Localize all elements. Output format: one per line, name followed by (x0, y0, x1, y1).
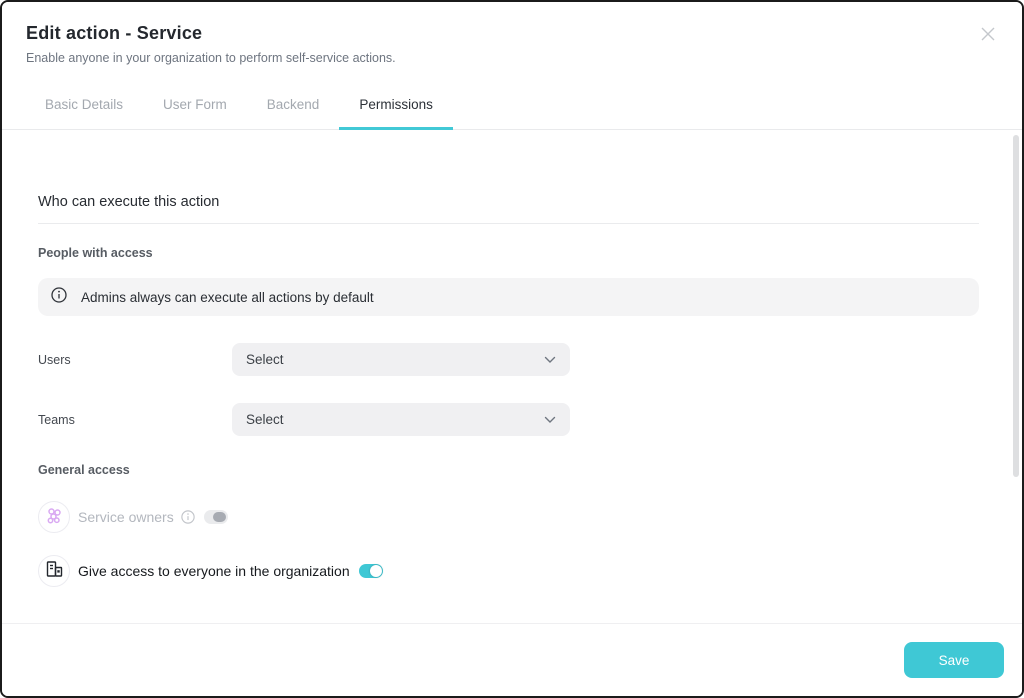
everyone-access-toggle[interactable] (359, 564, 383, 578)
everyone-access-row: Give access to everyone in the organizat… (38, 555, 979, 587)
close-button[interactable] (978, 25, 998, 45)
teams-label: Teams (38, 413, 232, 427)
general-access-heading: General access (38, 463, 979, 477)
tab-bar: Basic Details User Form Backend Permissi… (25, 97, 453, 130)
teams-select-value: Select (246, 412, 284, 427)
organization-icon (43, 558, 65, 585)
users-field-row: Users Select (38, 343, 979, 376)
users-label: Users (38, 353, 232, 367)
vertical-scrollbar[interactable] (1013, 135, 1019, 477)
users-select[interactable]: Select (232, 343, 570, 376)
chevron-down-icon (544, 411, 556, 429)
permissions-panel: Who can execute this action People with … (2, 130, 1022, 623)
save-button[interactable]: Save (904, 642, 1004, 678)
toggle-knob (370, 565, 382, 577)
chevron-down-icon (544, 351, 556, 369)
edit-action-modal: Edit action - Service Enable anyone in y… (0, 0, 1024, 698)
tab-backend[interactable]: Backend (247, 97, 340, 130)
service-owners-row: Service owners (38, 501, 979, 533)
users-select-value: Select (246, 352, 284, 367)
modal-subtitle: Enable anyone in your organization to pe… (26, 51, 998, 65)
service-owners-avatar (38, 501, 70, 533)
teams-select[interactable]: Select (232, 403, 570, 436)
section-title: Who can execute this action (38, 194, 979, 210)
service-owners-info-icon (181, 510, 195, 524)
modal-footer: Save (2, 623, 1022, 696)
toggle-knob (213, 512, 226, 522)
section-divider (38, 223, 979, 224)
organization-avatar (38, 555, 70, 587)
close-icon (980, 26, 996, 45)
banner-text: Admins always can execute all actions by… (81, 290, 374, 305)
service-owners-label: Service owners (78, 509, 174, 525)
tab-permissions[interactable]: Permissions (339, 97, 453, 130)
service-owners-icon (43, 504, 65, 531)
people-with-access-heading: People with access (38, 246, 979, 260)
everyone-access-label: Give access to everyone in the organizat… (78, 563, 350, 579)
service-owners-toggle (204, 510, 228, 524)
teams-field-row: Teams Select (38, 403, 979, 436)
info-icon (51, 287, 67, 308)
tab-user-form[interactable]: User Form (143, 97, 247, 130)
tab-basic-details[interactable]: Basic Details (25, 97, 143, 130)
admins-info-banner: Admins always can execute all actions by… (38, 278, 979, 316)
modal-title: Edit action - Service (26, 23, 998, 44)
modal-header: Edit action - Service Enable anyone in y… (2, 2, 1022, 130)
